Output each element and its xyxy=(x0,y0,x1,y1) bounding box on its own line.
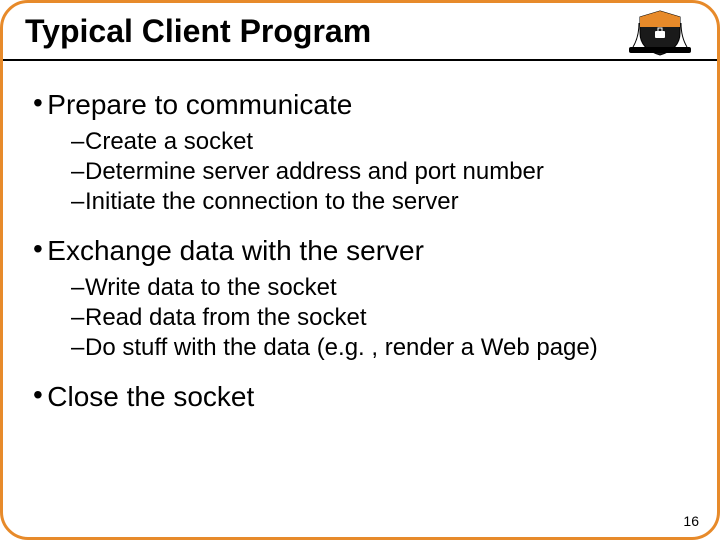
sub-marker-icon: – xyxy=(71,127,85,157)
sub-marker-icon: – xyxy=(71,303,85,333)
slide-title: Typical Client Program xyxy=(25,13,371,49)
sub-bullet-item: –Initiate the connection to the server xyxy=(71,187,687,217)
sub-bullet-text: Read data from the socket xyxy=(85,304,366,331)
sub-marker-icon: – xyxy=(71,333,85,363)
sub-marker-icon: – xyxy=(71,273,85,303)
bullet-marker-icon: • xyxy=(33,379,43,410)
sub-bullet-item: –Read data from the socket xyxy=(71,303,687,333)
sub-bullet-item: –Create a socket xyxy=(71,127,687,157)
sub-bullet-text: Create a socket xyxy=(85,128,253,155)
slide-content: • Prepare to communicate –Create a socke… xyxy=(3,61,717,413)
sub-bullet-item: –Do stuff with the data (e.g. , render a… xyxy=(71,333,687,363)
bullet-item: • Exchange data with the server xyxy=(33,235,687,267)
bullet-marker-icon: • xyxy=(33,233,43,264)
sub-list: –Create a socket –Determine server addre… xyxy=(71,127,687,217)
bullet-marker-icon: • xyxy=(33,87,43,118)
bullet-text: Exchange data with the server xyxy=(47,235,424,266)
sub-bullet-text: Determine server address and port number xyxy=(85,158,544,185)
sub-marker-icon: – xyxy=(71,187,85,217)
bullet-item: • Close the socket xyxy=(33,381,687,413)
bullet-item: • Prepare to communicate xyxy=(33,89,687,121)
bullet-text: Prepare to communicate xyxy=(47,89,352,120)
bullet-text: Close the socket xyxy=(47,381,254,412)
sub-bullet-item: –Determine server address and port numbe… xyxy=(71,157,687,187)
princeton-crest-icon xyxy=(625,9,695,57)
title-band: Typical Client Program xyxy=(3,3,717,61)
sub-marker-icon: – xyxy=(71,157,85,187)
page-number: 16 xyxy=(683,513,699,529)
sub-bullet-text: Do stuff with the data (e.g. , render a … xyxy=(85,334,598,361)
sub-bullet-text: Initiate the connection to the server xyxy=(85,188,459,215)
sub-bullet-item: –Write data to the socket xyxy=(71,273,687,303)
sub-bullet-text: Write data to the socket xyxy=(85,274,337,301)
slide-frame: Typical Client Program • Prepare to comm… xyxy=(0,0,720,540)
sub-list: –Write data to the socket –Read data fro… xyxy=(71,273,687,363)
